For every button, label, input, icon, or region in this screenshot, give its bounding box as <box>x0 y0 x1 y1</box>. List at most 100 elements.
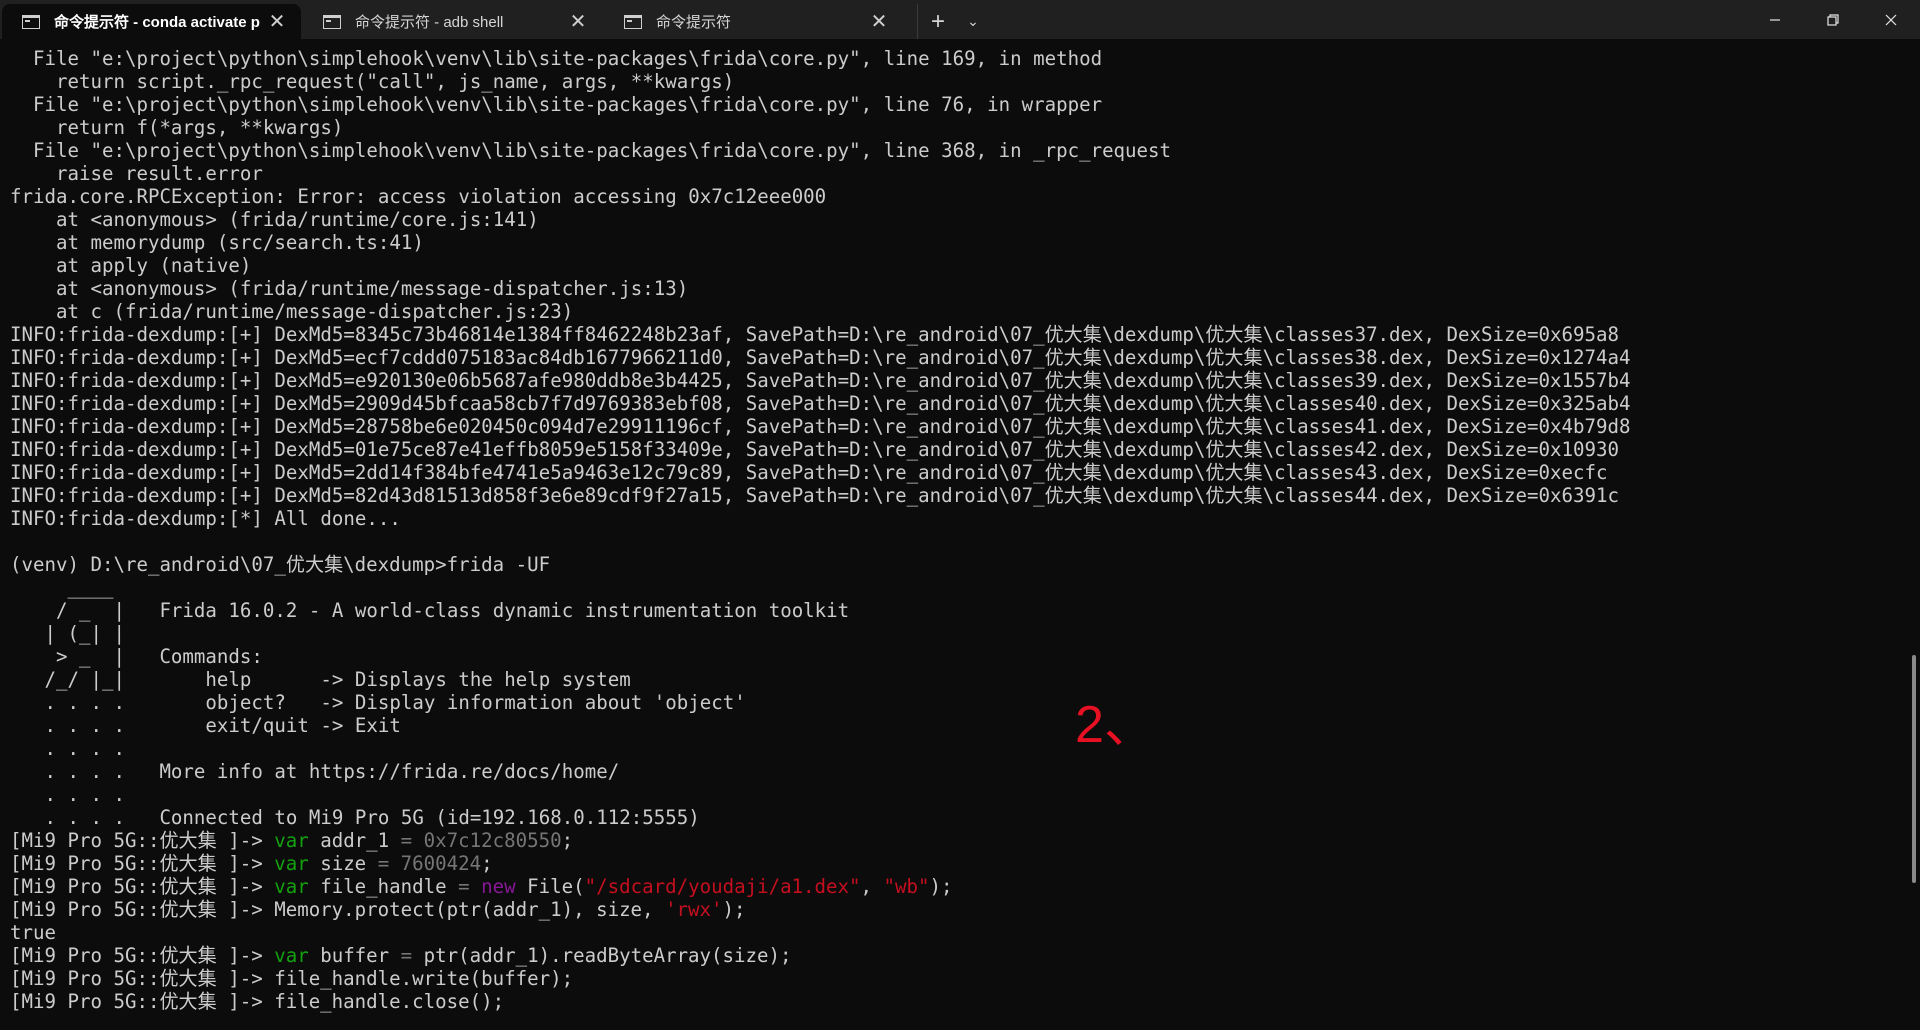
terminal-line: at c (frida/runtime/message-dispatcher.j… <box>10 300 574 323</box>
terminal-line: . . . . <box>10 737 125 760</box>
code-token: = <box>458 875 470 898</box>
code-token: var <box>274 944 309 967</box>
tab-title: 命令提示符 - conda activate p <box>54 14 260 31</box>
code-token: 'rwx' <box>665 898 723 921</box>
annotation-label: 2、 <box>1075 696 1156 754</box>
terminal-line: at apply (native) <box>10 254 252 277</box>
repl-prompt: [Mi9 Pro 5G::优大集 ]-> <box>10 829 275 852</box>
maximize-button[interactable] <box>1804 0 1862 39</box>
code-token: addr_1 <box>308 829 401 852</box>
minimize-icon <box>1770 18 1780 21</box>
terminal-line: File "e:\project\python\simplehook\venv\… <box>10 139 1172 162</box>
terminal-line: INFO:frida-dexdump:[+] DexMd5=2dd14f384b… <box>10 461 1608 484</box>
terminal-line: / _ | Frida 16.0.2 - A world-class dynam… <box>10 599 850 622</box>
terminal-line: . . . . More info at https://frida.re/do… <box>10 760 620 783</box>
code-token: "wb" <box>883 875 930 898</box>
repl-prompt: [Mi9 Pro 5G::优大集 ]-> <box>10 967 275 990</box>
repl-prompt: [Mi9 Pro 5G::优大集 ]-> <box>10 852 275 875</box>
terminal-line: . . . . Connected to Mi9 Pro 5G (id=192.… <box>10 806 700 829</box>
code-token: , <box>860 875 884 898</box>
repl-prompt: [Mi9 Pro 5G::优大集 ]-> <box>10 875 275 898</box>
code-token: buffer <box>308 944 401 967</box>
code-token: file_handle.close(); <box>274 990 505 1013</box>
close-icon <box>1885 14 1897 25</box>
code-token: "/sdcard/youdaji/a1.dex" <box>584 875 861 898</box>
terminal-line: at <anonymous> (frida/runtime/message-di… <box>10 277 689 300</box>
terminal-line: File "e:\project\python\simplehook\venv\… <box>10 93 1103 116</box>
close-icon[interactable]: ✕ <box>263 9 291 34</box>
code-token: ; <box>481 852 493 875</box>
code-token: var <box>274 829 309 852</box>
tab-conda[interactable]: 命令提示符 - conda activate p ✕ <box>2 4 301 39</box>
repl-prompt: [Mi9 Pro 5G::优大集 ]-> <box>10 990 275 1013</box>
terminal-line: INFO:frida-dexdump:[+] DexMd5=82d43d8151… <box>10 484 1619 507</box>
terminal-line: return script._rpc_request("call", js_na… <box>10 70 735 93</box>
repl-line: [Mi9 Pro 5G::优大集 ]-> var buffer = ptr(ad… <box>10 944 1890 967</box>
terminal-line: INFO:frida-dexdump:[+] DexMd5=8345c73b46… <box>10 323 1619 346</box>
code-token: var <box>274 875 309 898</box>
repl-line: [Mi9 Pro 5G::优大集 ]-> var size = 7600424; <box>10 852 1890 875</box>
code-token: File( <box>515 875 585 898</box>
code-token: ); <box>929 875 953 898</box>
close-icon[interactable]: ✕ <box>865 9 893 34</box>
title-bar: 命令提示符 - conda activate p ✕ 命令提示符 - adb s… <box>0 0 1920 39</box>
code-token: file_handle <box>308 875 459 898</box>
code-token: Memory.protect(ptr(addr_1), size, <box>274 898 666 921</box>
terminal-line: | (_| | <box>10 622 125 645</box>
terminal-icon <box>22 14 40 29</box>
terminal-line: return f(*args, **kwargs) <box>10 116 344 139</box>
terminal-icon <box>323 14 341 29</box>
close-window-button[interactable] <box>1862 0 1920 39</box>
repl-line: [Mi9 Pro 5G::优大集 ]-> file_handle.write(b… <box>10 967 1890 990</box>
code-token: true <box>10 921 56 944</box>
repl-line: true <box>10 921 1890 944</box>
terminal-line: INFO:frida-dexdump:[+] DexMd5=2909d45bfc… <box>10 392 1631 415</box>
code-token: = <box>400 944 413 967</box>
code-token: ); <box>722 898 746 921</box>
code-token: file_handle.write(buffer); <box>274 967 574 990</box>
terminal-line: File "e:\project\python\simplehook\venv\… <box>10 47 1103 70</box>
code-token: size <box>308 852 378 875</box>
code-token: = 7600424 <box>377 852 482 875</box>
new-tab-button[interactable]: + <box>917 4 958 39</box>
terminal-line: . . . . exit/quit -> Exit <box>10 714 401 737</box>
tab-cmd[interactable]: 命令提示符 ✕ <box>604 4 903 39</box>
minimize-button[interactable] <box>1746 0 1804 39</box>
close-icon[interactable]: ✕ <box>564 9 592 34</box>
terminal-output[interactable]: File "e:\project\python\simplehook\venv\… <box>10 47 1890 1013</box>
repl-line: [Mi9 Pro 5G::优大集 ]-> var file_handle = n… <box>10 875 1890 898</box>
code-token: = 0x7c12c80550 <box>400 829 562 852</box>
terminal-line: at <anonymous> (frida/runtime/core.js:14… <box>10 208 539 231</box>
repl-prompt: [Mi9 Pro 5G::优大集 ]-> <box>10 944 275 967</box>
code-token: new <box>481 875 516 898</box>
terminal-line: frida.core.RPCException: Error: access v… <box>10 185 827 208</box>
terminal-line: INFO:frida-dexdump:[+] DexMd5=ecf7cddd07… <box>10 346 1631 369</box>
code-token: var <box>274 852 309 875</box>
tab-adb-shell[interactable]: 命令提示符 - adb shell ✕ <box>303 4 602 39</box>
chevron-down-icon[interactable]: ⌄ <box>958 4 988 39</box>
terminal-line: /_/ |_| help -> Displays the help system <box>10 668 631 691</box>
terminal-line: . . . . object? -> Display information a… <box>10 691 746 714</box>
repl-prompt: [Mi9 Pro 5G::优大集 ]-> <box>10 898 275 921</box>
restore-icon <box>1827 13 1839 26</box>
terminal-line: (venv) D:\re_android\07_优大集\dexdump>frid… <box>10 553 551 576</box>
terminal-line: INFO:frida-dexdump:[*] All done... <box>10 507 401 530</box>
repl-line: [Mi9 Pro 5G::优大集 ]-> Memory.protect(ptr(… <box>10 898 1890 921</box>
scrollbar-thumb[interactable] <box>1912 655 1916 883</box>
repl-line: [Mi9 Pro 5G::优大集 ]-> var addr_1 = 0x7c12… <box>10 829 1890 852</box>
terminal-line: INFO:frida-dexdump:[+] DexMd5=01e75ce87e… <box>10 438 1619 461</box>
terminal-line: raise result.error <box>10 162 263 185</box>
repl-line: [Mi9 Pro 5G::优大集 ]-> file_handle.close()… <box>10 990 1890 1013</box>
terminal-line: INFO:frida-dexdump:[+] DexMd5=e920130e06… <box>10 369 1631 392</box>
code-token: ptr(addr_1).readByteArray(size); <box>412 944 792 967</box>
tab-title: 命令提示符 <box>656 14 732 31</box>
terminal-line: . . . . <box>10 783 125 806</box>
tab-title: 命令提示符 - adb shell <box>355 14 504 31</box>
terminal-line: INFO:frida-dexdump:[+] DexMd5=28758be6e0… <box>10 415 1631 438</box>
terminal-icon <box>624 14 642 29</box>
terminal-line: ____ <box>10 576 114 599</box>
terminal-line: at memorydump (src/search.ts:41) <box>10 231 424 254</box>
code-token: ; <box>561 829 574 852</box>
